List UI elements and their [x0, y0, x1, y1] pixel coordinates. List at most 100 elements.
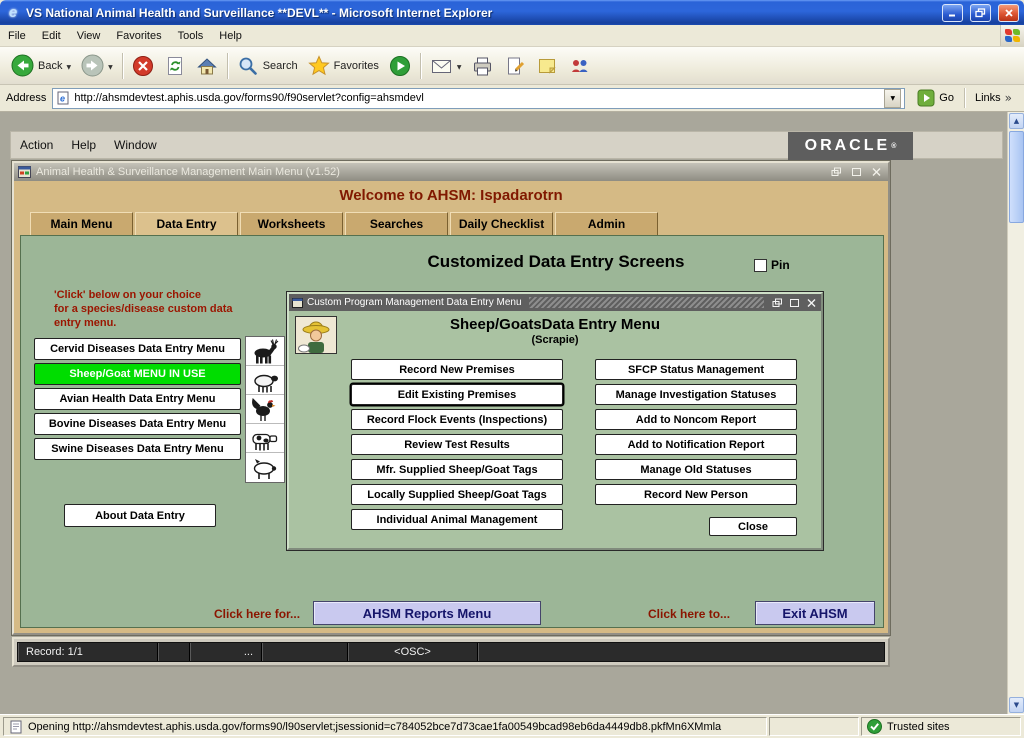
tab-searches[interactable]: Searches [345, 212, 448, 235]
manage-investigation-statuses-button[interactable]: Manage Investigation Statuses [595, 384, 797, 405]
bovine-menu-button[interactable]: Bovine Diseases Data Entry Menu [34, 413, 241, 435]
menu-edit[interactable]: Edit [34, 27, 69, 45]
favorites-button[interactable]: Favorites [303, 52, 384, 80]
back-icon [11, 54, 34, 77]
avian-menu-button[interactable]: Avian Health Data Entry Menu [34, 388, 241, 410]
scroll-down-button[interactable]: ▼ [1009, 697, 1024, 713]
add-to-notification-report-button[interactable]: Add to Notification Report [595, 434, 797, 455]
review-test-results-button[interactable]: Review Test Results [351, 434, 563, 455]
mail-button[interactable] [425, 52, 467, 80]
scrollbar-thumb[interactable] [1009, 131, 1024, 223]
stop-button[interactable] [127, 52, 159, 80]
cervid-menu-button[interactable]: Cervid Diseases Data Entry Menu [34, 338, 241, 360]
welcome-text: Welcome to AHSM: Ispadarotrn [14, 187, 888, 204]
mail-dropdown-icon[interactable] [457, 60, 462, 72]
dialog-restore-button[interactable] [771, 297, 784, 309]
menu-help[interactable]: Help [211, 27, 250, 45]
oracle-menu-window[interactable]: Window [105, 134, 166, 156]
oracle-status-bar: Record: 1/1 ... <OSC> [12, 637, 890, 667]
tab-worksheets[interactable]: Worksheets [240, 212, 343, 235]
browser-addressbar: Address e http://ahsmdevtest.aphis.usda.… [0, 85, 1024, 112]
rooster-icon [246, 395, 284, 424]
refresh-button[interactable] [159, 52, 191, 80]
sheep-icon [246, 366, 284, 395]
locally-supplied-tags-button[interactable]: Locally Supplied Sheep/Goat Tags [351, 484, 563, 505]
deer-icon [246, 337, 284, 366]
sfcp-status-management-button[interactable]: SFCP Status Management [595, 359, 797, 380]
forward-button[interactable] [76, 51, 118, 80]
page-scrollbar[interactable]: ▲ ▼ [1007, 112, 1024, 714]
address-input[interactable]: e http://ahsmdevtest.aphis.usda.gov/form… [52, 88, 905, 109]
menu-favorites[interactable]: Favorites [108, 27, 169, 45]
browser-toolbar: Back Search Favorites [0, 47, 1024, 85]
window-close-button[interactable] [869, 166, 884, 179]
forward-dropdown-icon[interactable] [108, 60, 113, 72]
search-button[interactable]: Search [232, 52, 303, 80]
go-button[interactable]: Go [911, 87, 960, 109]
edit-existing-premises-button[interactable]: Edit Existing Premises [351, 384, 563, 405]
pig-icon [246, 453, 284, 482]
close-button[interactable] [998, 4, 1019, 22]
minimize-button[interactable] [942, 4, 963, 22]
status-ellipsis: ... [190, 643, 262, 661]
sheep-goat-menu-button[interactable]: Sheep/Goat MENU IN USE [34, 363, 241, 385]
security-zone-label: Trusted sites [887, 721, 950, 733]
ahsm-main-window: Animal Health & Surveillance Management … [12, 161, 890, 635]
tab-admin[interactable]: Admin [555, 212, 658, 235]
oracle-menu-action[interactable]: Action [11, 134, 62, 156]
oracle-menu-help[interactable]: Help [62, 134, 105, 156]
add-to-noncom-report-button[interactable]: Add to Noncom Report [595, 409, 797, 430]
dialog-body: Sheep/GoatsData Entry Menu (Scrapie) Rec… [289, 311, 821, 548]
scroll-up-button[interactable]: ▲ [1009, 113, 1024, 129]
dialog-close-action-button[interactable]: Close [709, 517, 797, 536]
menu-file[interactable]: File [0, 27, 34, 45]
restore-button[interactable] [970, 4, 991, 22]
manage-old-statuses-button[interactable]: Manage Old Statuses [595, 459, 797, 480]
exit-ahsm-button[interactable]: Exit AHSM [755, 601, 875, 625]
svg-text:e: e [60, 94, 65, 104]
window-title: VS National Animal Health and Surveillan… [26, 6, 935, 20]
menu-view[interactable]: View [69, 27, 109, 45]
messenger-button[interactable] [563, 52, 596, 80]
individual-animal-management-button[interactable]: Individual Animal Management [351, 509, 563, 530]
about-data-entry-button[interactable]: About Data Entry [64, 504, 216, 527]
print-button[interactable] [466, 52, 499, 80]
stop-icon [132, 55, 154, 77]
notes-button[interactable] [531, 52, 563, 80]
links-button[interactable]: Links [969, 89, 1018, 107]
home-icon [196, 55, 218, 77]
species-menu-list: Cervid Diseases Data Entry Menu Sheep/Go… [34, 338, 241, 463]
notes-icon [536, 55, 558, 77]
favorites-star-icon [308, 55, 330, 77]
swine-menu-button[interactable]: Swine Diseases Data Entry Menu [34, 438, 241, 460]
status-message: Opening http://ahsmdevtest.aphis.usda.go… [28, 721, 721, 733]
ie-logo-icon: e [5, 5, 21, 21]
pin-checkbox[interactable] [754, 259, 767, 272]
tab-daily-checklist[interactable]: Daily Checklist [450, 212, 553, 235]
back-dropdown-icon[interactable] [66, 60, 71, 72]
record-flock-events-button[interactable]: Record Flock Events (Inspections) [351, 409, 563, 430]
record-new-person-button[interactable]: Record New Person [595, 484, 797, 505]
address-dropdown-icon[interactable] [884, 89, 901, 108]
back-button[interactable]: Back [6, 51, 76, 80]
window-maximize-button[interactable] [849, 166, 864, 179]
dialog-maximize-button[interactable] [788, 297, 801, 309]
menu-tools[interactable]: Tools [170, 27, 212, 45]
dialog-subheading: (Scrapie) [289, 334, 821, 346]
dialog-close-button[interactable] [805, 297, 818, 309]
record-new-premises-button[interactable]: Record New Premises [351, 359, 563, 380]
custom-program-dialog: Custom Program Management Data Entry Men… [287, 292, 823, 550]
toolbar-separator [227, 53, 228, 79]
tab-main-menu[interactable]: Main Menu [30, 212, 133, 235]
home-button[interactable] [191, 52, 223, 80]
media-button[interactable] [384, 52, 416, 80]
security-zone-cell: Trusted sites [861, 717, 1021, 736]
window-restore-button[interactable] [829, 166, 844, 179]
edit-button[interactable] [499, 52, 531, 80]
status-segment [262, 643, 348, 661]
form-icon [18, 166, 31, 178]
mfr-supplied-tags-button[interactable]: Mfr. Supplied Sheep/Goat Tags [351, 459, 563, 480]
ahsm-reports-menu-button[interactable]: AHSM Reports Menu [313, 601, 541, 625]
tab-data-entry[interactable]: Data Entry [135, 212, 238, 235]
data-entry-panel: Customized Data Entry Screens Pin 'Click… [20, 235, 884, 628]
